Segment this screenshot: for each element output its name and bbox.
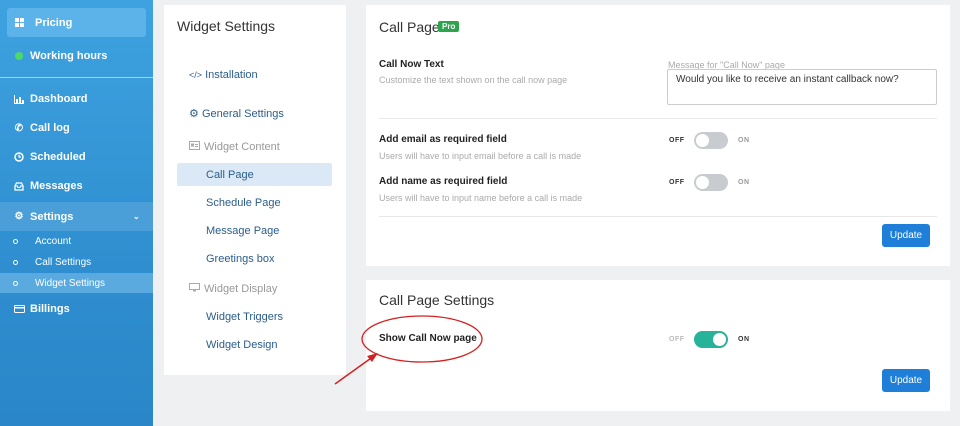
content-item-schedule-page[interactable]: Schedule Page [206, 197, 281, 209]
nav-pricing[interactable]: Pricing [7, 8, 146, 37]
status-dot-icon [13, 52, 25, 60]
content-item-greetings-box[interactable]: Greetings box [206, 253, 274, 265]
widget-display-heading: Widget Display [189, 283, 277, 295]
display-item-widget-triggers[interactable]: Widget Triggers [206, 311, 283, 323]
show-call-now-label: Show Call Now page [379, 333, 477, 344]
name-required-label: Add name as required field [379, 176, 508, 187]
active-item-highlight [177, 163, 332, 186]
email-toggle-off-label: OFF [669, 137, 685, 144]
gear-icon: ⚙ [14, 211, 24, 222]
nav-working-hours[interactable]: Working hours [0, 43, 153, 69]
toggle-knob [696, 134, 709, 147]
bullet-icon [13, 280, 18, 286]
nav-billings-label: Billings [30, 303, 70, 315]
name-toggle-on-label: ON [738, 179, 750, 186]
grid-icon [15, 18, 27, 27]
email-required-hint: Users will have to input email before a … [379, 151, 582, 161]
sub-item-call-settings-label: Call Settings [35, 256, 92, 268]
pro-badge: Pro [438, 21, 460, 32]
email-required-label: Add email as required field [379, 134, 507, 145]
name-required-toggle[interactable] [694, 174, 728, 191]
sub-item-widget-settings[interactable]: Widget Settings [0, 273, 153, 293]
inbox-icon [13, 181, 25, 191]
nav-working-hours-label: Working hours [30, 50, 108, 62]
call-page-card: Call Page Pro Call Now Text Customize th… [366, 5, 950, 266]
sub-item-widget-settings-label: Widget Settings [35, 277, 106, 289]
sidebar-divider [0, 77, 153, 78]
id-card-icon [189, 141, 200, 153]
call-page-title: Call Page [379, 19, 440, 35]
general-settings-link[interactable]: ⚙ General Settings [189, 107, 284, 120]
general-settings-label: General Settings [201, 108, 284, 120]
call-page-settings-update-button[interactable]: Update [882, 369, 930, 392]
widget-settings-title: Widget Settings [177, 18, 276, 34]
phone-icon: ✆ [14, 122, 24, 134]
monitor-icon [189, 283, 200, 295]
sidebar: Pricing Working hours Dashboard ✆ Call l… [0, 0, 153, 426]
divider [379, 118, 937, 119]
divider [379, 216, 937, 217]
nav-scheduled-label: Scheduled [30, 151, 86, 163]
email-toggle-on-label: ON [738, 137, 750, 144]
chart-icon [13, 94, 25, 104]
toggle-knob [713, 333, 726, 346]
nav-settings-label: Settings [30, 210, 74, 223]
content-item-call-page[interactable]: Call Page [206, 169, 254, 181]
nav-billings[interactable]: Billings [0, 296, 153, 322]
widget-content-heading: Widget Content [189, 141, 280, 153]
installation-link[interactable]: </> Installation [189, 69, 258, 81]
chevron-down-icon: ⌄ [133, 212, 140, 221]
nav-messages[interactable]: Messages [0, 173, 153, 199]
call-page-settings-title: Call Page Settings [379, 292, 495, 308]
sub-item-account-label: Account [35, 235, 72, 247]
gear-icon: ⚙ [189, 108, 199, 120]
email-required-toggle[interactable] [694, 132, 728, 149]
call-page-update-button[interactable]: Update [882, 224, 930, 247]
toggle-knob [696, 176, 709, 189]
clock-icon [13, 152, 25, 162]
nav-pricing-label: Pricing [35, 16, 73, 29]
call-now-text-label: Call Now Text [379, 59, 444, 70]
code-icon: </> [189, 70, 203, 80]
nav-settings[interactable]: ⚙ Settings ⌄ [0, 202, 153, 231]
sub-item-account[interactable]: Account [0, 231, 153, 251]
call-now-message-textarea[interactable]: Would you like to receive an instant cal… [667, 69, 937, 105]
widget-settings-panel: Widget Settings </> Installation ⚙ Gener… [164, 5, 346, 375]
display-item-widget-design[interactable]: Widget Design [206, 339, 278, 351]
content-item-message-page[interactable]: Message Page [206, 225, 279, 237]
name-required-hint: Users will have to input name before a c… [379, 193, 583, 203]
bullet-icon [13, 259, 18, 265]
bullet-icon [13, 238, 18, 244]
sub-item-call-settings[interactable]: Call Settings [0, 252, 153, 272]
nav-call-log-label: Call log [30, 122, 70, 134]
nav-dashboard-label: Dashboard [30, 93, 88, 105]
widget-content-label: Widget Content [204, 141, 280, 153]
show-call-now-off-label: OFF [669, 336, 685, 343]
widget-display-label: Widget Display [204, 283, 278, 295]
call-now-text-hint: Customize the text shown on the call now… [379, 75, 568, 85]
show-call-now-on-label: ON [738, 336, 750, 343]
nav-dashboard[interactable]: Dashboard [0, 86, 153, 112]
credit-card-icon [13, 305, 25, 313]
nav-scheduled[interactable]: Scheduled [0, 144, 153, 170]
installation-label: Installation [205, 69, 258, 81]
name-toggle-off-label: OFF [669, 179, 685, 186]
nav-messages-label: Messages [30, 180, 83, 192]
call-page-settings-card: Call Page Settings Show Call Now page OF… [366, 280, 950, 411]
nav-call-log[interactable]: ✆ Call log [0, 115, 153, 141]
show-call-now-toggle[interactable] [694, 331, 728, 348]
